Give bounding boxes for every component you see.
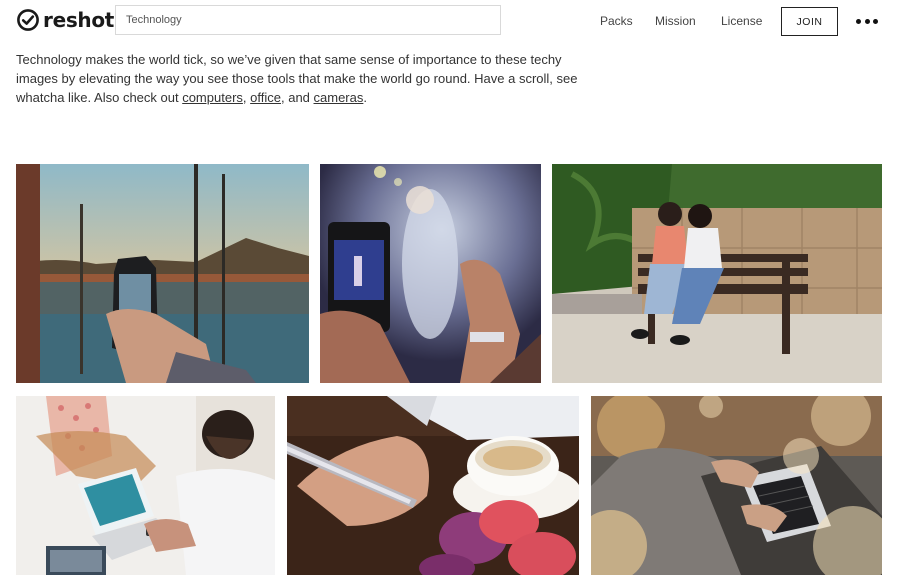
search-input[interactable] bbox=[115, 5, 501, 35]
dot bbox=[873, 18, 878, 24]
concert-phone-image bbox=[320, 164, 541, 383]
more-dots-icon[interactable] bbox=[856, 14, 878, 28]
coffee-phone-photo[interactable] bbox=[287, 396, 579, 575]
nav-mission[interactable]: Mission bbox=[655, 14, 696, 28]
nav-license[interactable]: License bbox=[721, 14, 762, 28]
laptop-man-photo[interactable] bbox=[16, 396, 275, 575]
dot bbox=[864, 18, 870, 24]
bench-girls-photo[interactable] bbox=[552, 164, 882, 383]
dot bbox=[856, 18, 861, 24]
concert-phone-photo[interactable] bbox=[320, 164, 541, 383]
bench-girls-image bbox=[552, 164, 882, 383]
category-description: Technology makes the world tick, so we’v… bbox=[16, 50, 596, 107]
logo-text: reshot bbox=[43, 8, 115, 32]
link-computers[interactable]: computers bbox=[182, 90, 243, 105]
reshot-logo-icon bbox=[17, 9, 39, 31]
intro-period: . bbox=[363, 90, 367, 105]
site-header: reshot Packs Mission License JOIN bbox=[0, 0, 900, 44]
intro-separator: , and bbox=[280, 90, 314, 105]
laptop-man-image bbox=[16, 396, 275, 575]
join-button[interactable]: JOIN bbox=[781, 7, 838, 36]
lake-phone-photo[interactable] bbox=[16, 164, 309, 383]
link-cameras[interactable]: cameras bbox=[314, 90, 364, 105]
laptop-typing-photo[interactable] bbox=[591, 396, 882, 575]
reshot-logo[interactable]: reshot bbox=[16, 8, 114, 32]
coffee-phone-image bbox=[287, 396, 579, 575]
lake-phone-image bbox=[16, 164, 309, 383]
link-office[interactable]: office bbox=[250, 90, 281, 105]
laptop-typing-image bbox=[591, 396, 882, 575]
nav-packs[interactable]: Packs bbox=[600, 14, 633, 28]
